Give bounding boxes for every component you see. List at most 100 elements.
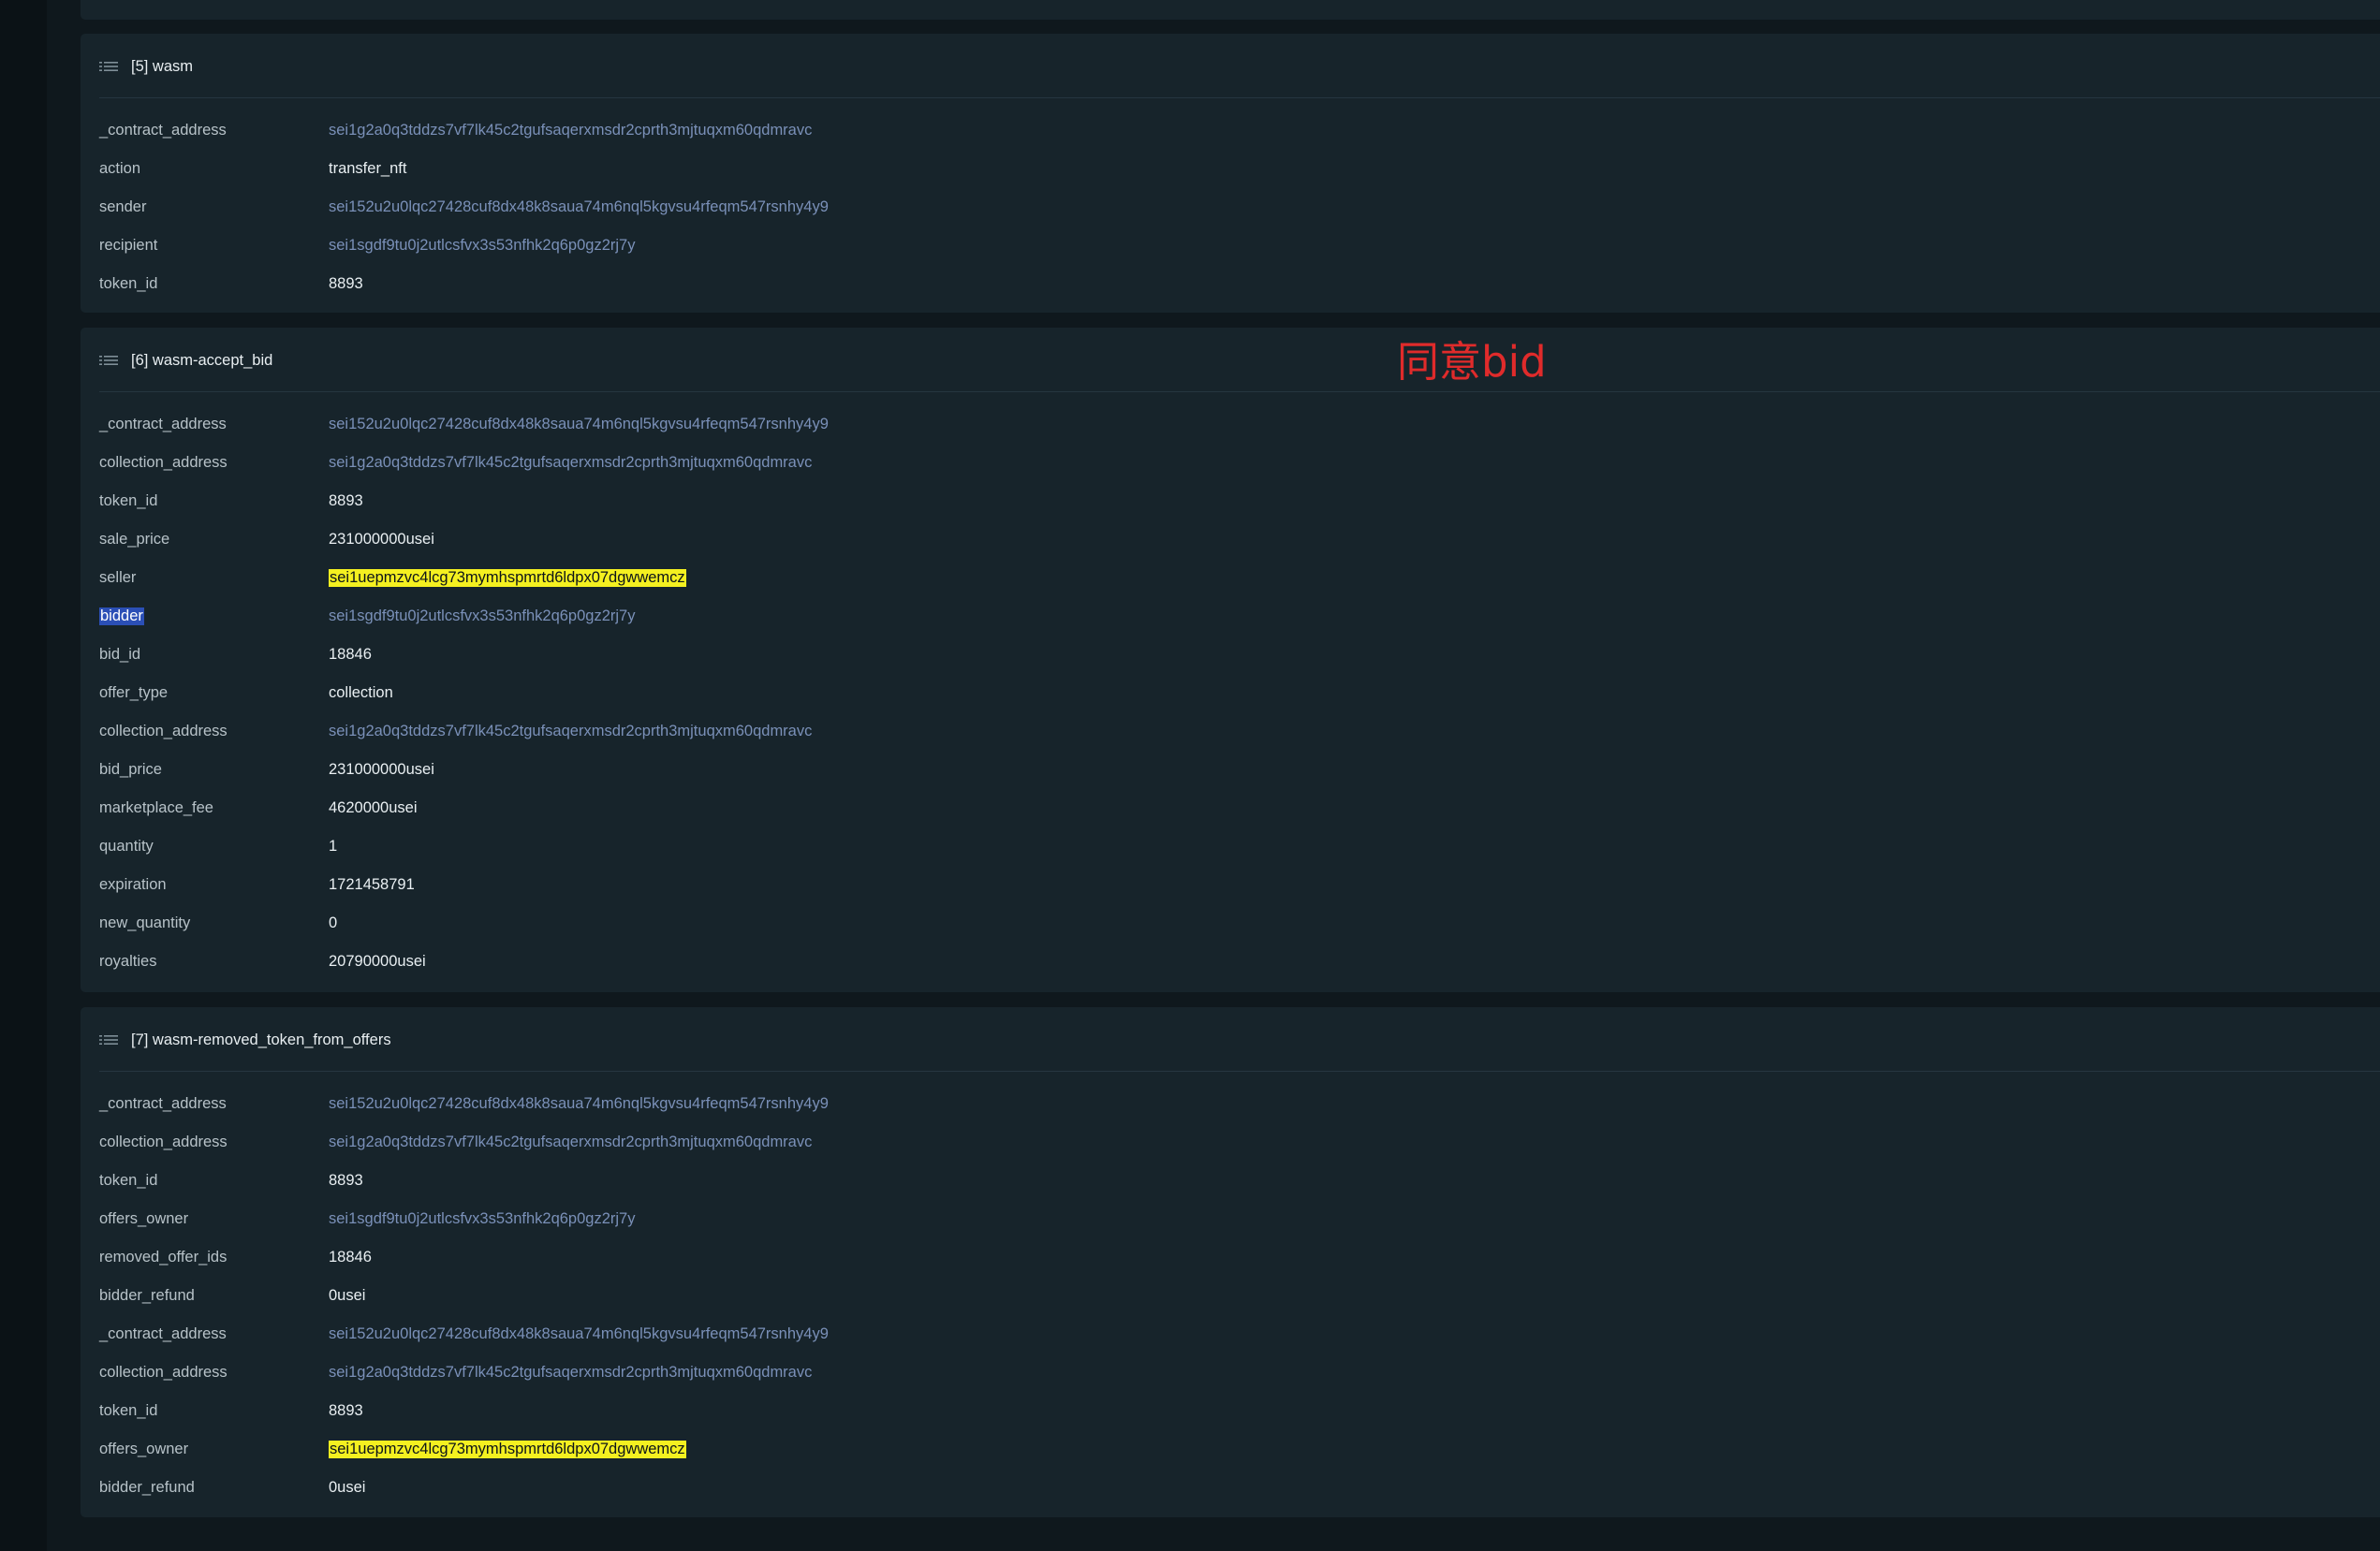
attribute-key: seller [99,569,137,586]
attribute-key: bidder_refund [99,1287,195,1304]
address-link[interactable]: sei152u2u0lqc27428cuf8dx48k8saua74m6nql5… [329,416,829,433]
left-rail [0,0,47,1551]
event-header: [7] wasm-removed_token_from_offers [99,1028,391,1052]
event-header: [6] wasm-accept_bid [99,348,272,373]
attribute-key: offers_owner [99,1441,189,1457]
event-card: [6] wasm-accept_bid _contract_addresssei… [81,328,2380,992]
attribute-value: sei1uepmzvc4lcg73mymhspmrtd6ldpx07dgwwem… [329,569,686,587]
attribute-row: bidder sei1sgdf9tu0j2utlcsfvx3s53nfhk2q6p… [99,607,2380,646]
event-card: [5] wasm _contract_address sei1g2a0q3tddz… [81,34,2380,313]
attribute-key: removed_offer_ids [99,1249,228,1266]
attribute-key: _contract_address [99,416,227,432]
attribute-value: transfer_nft [329,160,407,177]
attribute-key: marketplace_fee [99,799,213,816]
attribute-key: action [99,160,141,177]
attribute-row: offers_owner sei1uepmzvc4lcg73mymhspmrtd6… [99,1441,2380,1479]
attribute-row: quantity 1 [99,838,2380,876]
attribute-row: collection_address sei1g2a0q3tddzs7vf7lk4… [99,1364,2380,1402]
event-title: [7] wasm-removed_token_from_offers [131,1031,391,1048]
attribute-key: _contract_address [99,122,227,139]
attribute-value: 0usei [329,1287,366,1304]
attribute-key: bid_price [99,761,162,778]
attribute-row: token_id 8893 [99,275,2380,314]
attribute-key: collection_address [99,1134,228,1150]
event-title: [6] wasm-accept_bid [131,351,273,369]
list-icon [99,59,120,74]
address-link[interactable]: sei1sgdf9tu0j2utlcsfvx3s53nfhk2q6p0gz2rj… [329,237,635,255]
annotation-text: 同意bid [1397,337,1547,387]
attribute-row: bidder_refund 0usei [99,1479,2380,1517]
attribute-key: sale_price [99,531,170,548]
attribute-value: 18846 [329,1249,372,1266]
attribute-value: 1 [329,838,338,855]
attribute-row: action transfer_nft [99,160,2380,198]
address-link[interactable]: sei1g2a0q3tddzs7vf7lk45c2tgufsaqerxmsdr2… [329,122,812,139]
attribute-key: bidder [99,607,144,625]
event-header: [5] wasm [99,54,193,79]
attribute-key: recipient [99,237,158,254]
attribute-key: token_id [99,492,158,509]
address-link[interactable]: sei1sgdf9tu0j2utlcsfvx3s53nfhk2q6p0gz2rj… [329,607,635,625]
address-link[interactable]: sei1g2a0q3tddzs7vf7lk45c2tgufsaqerxmsdr2… [329,723,812,740]
attribute-row: token_id 8893 [99,1172,2380,1210]
attribute-key: collection_address [99,454,228,471]
attribute-row: recipient sei1sgdf9tu0j2utlcsfvx3s53nfhk2… [99,237,2380,275]
attribute-row: royalties 20790000usei [99,953,2380,991]
attribute-row: expiration 1721458791 [99,876,2380,915]
attribute-value: 0usei [329,1479,366,1496]
list-icon [99,353,120,368]
attribute-key: quantity [99,838,154,855]
attribute-value: 4620000usei [329,799,418,816]
attribute-row: token_id 8893 [99,1402,2380,1441]
attribute-key: sender [99,198,147,215]
attribute-row: bidder_refund 0usei [99,1287,2380,1325]
address-link[interactable]: sei1g2a0q3tddzs7vf7lk45c2tgufsaqerxmsdr2… [329,1134,812,1151]
attribute-key: expiration [99,876,167,893]
attribute-row: _contract_address sei152u2u0lqc27428cuf8d… [99,416,2380,454]
attribute-value: 0 [329,915,338,931]
attribute-row: _contract_address sei152u2u0lqc27428cuf8d… [99,1325,2380,1364]
address-link[interactable]: sei152u2u0lqc27428cuf8dx48k8saua74m6nql5… [329,1095,829,1113]
attribute-row: collection_address sei1g2a0q3tddzs7vf7lk4… [99,1134,2380,1172]
attribute-value: 8893 [329,1172,363,1189]
event-title: [5] wasm [131,57,194,75]
divider [99,97,2380,98]
attribute-row: token_id 8893 [99,492,2380,531]
attribute-value: 20790000usei [329,953,426,970]
attribute-row: sale_price 231000000usei [99,531,2380,569]
attribute-row: sender sei152u2u0lqc27428cuf8dx48k8saua74… [99,198,2380,237]
list-icon [99,1032,120,1047]
attribute-key: royalties [99,953,157,970]
divider [99,1071,2380,1072]
address-link[interactable]: sei1sgdf9tu0j2utlcsfvx3s53nfhk2q6p0gz2rj… [329,1210,635,1228]
attribute-value: 18846 [329,646,372,663]
address-link[interactable]: sei1g2a0q3tddzs7vf7lk45c2tgufsaqerxmsdr2… [329,454,812,472]
attribute-key: token_id [99,1172,158,1189]
address-link[interactable]: sei152u2u0lqc27428cuf8dx48k8saua74m6nql5… [329,1325,829,1343]
attribute-row: collection_address sei1g2a0q3tddzs7vf7lk4… [99,723,2380,761]
attribute-key: token_id [99,1402,158,1419]
attribute-row: bid_price 231000000usei [99,761,2380,799]
attribute-list: _contract_address sei152u2u0lqc27428cuf8d… [99,1095,2380,1517]
attribute-key: _contract_address [99,1325,227,1342]
divider [99,391,2380,392]
attribute-row: collection_address sei1g2a0q3tddzs7vf7lk4… [99,454,2380,492]
attribute-key: offers_owner [99,1210,189,1227]
address-link[interactable]: sei152u2u0lqc27428cuf8dx48k8saua74m6nql5… [329,198,829,216]
attribute-row: removed_offer_ids 18846 [99,1249,2380,1287]
event-card: [7] wasm-removed_token_from_offers _cont… [81,1007,2380,1517]
attribute-value: 231000000usei [329,761,434,778]
attribute-value: 231000000usei [329,531,434,548]
attribute-row: marketplace_fee 4620000usei [99,799,2380,838]
attribute-key: bidder_refund [99,1479,195,1496]
attribute-key: collection_address [99,1364,228,1381]
attribute-row: offers_owner sei1sgdf9tu0j2utlcsfvx3s53nf… [99,1210,2380,1249]
address-link[interactable]: sei1g2a0q3tddzs7vf7lk45c2tgufsaqerxmsdr2… [329,1364,812,1382]
event-card-previous [81,0,2380,20]
attribute-key: bid_id [99,646,141,663]
attribute-value: 8893 [329,275,363,292]
attribute-value: 1721458791 [329,876,415,893]
attribute-row: seller sei1uepmzvc4lcg73mymhspmrtd6ldpx07… [99,569,2380,607]
attribute-row: new_quantity 0 [99,915,2380,953]
attribute-list: _contract_address sei1g2a0q3tddzs7vf7lk45… [99,122,2380,314]
